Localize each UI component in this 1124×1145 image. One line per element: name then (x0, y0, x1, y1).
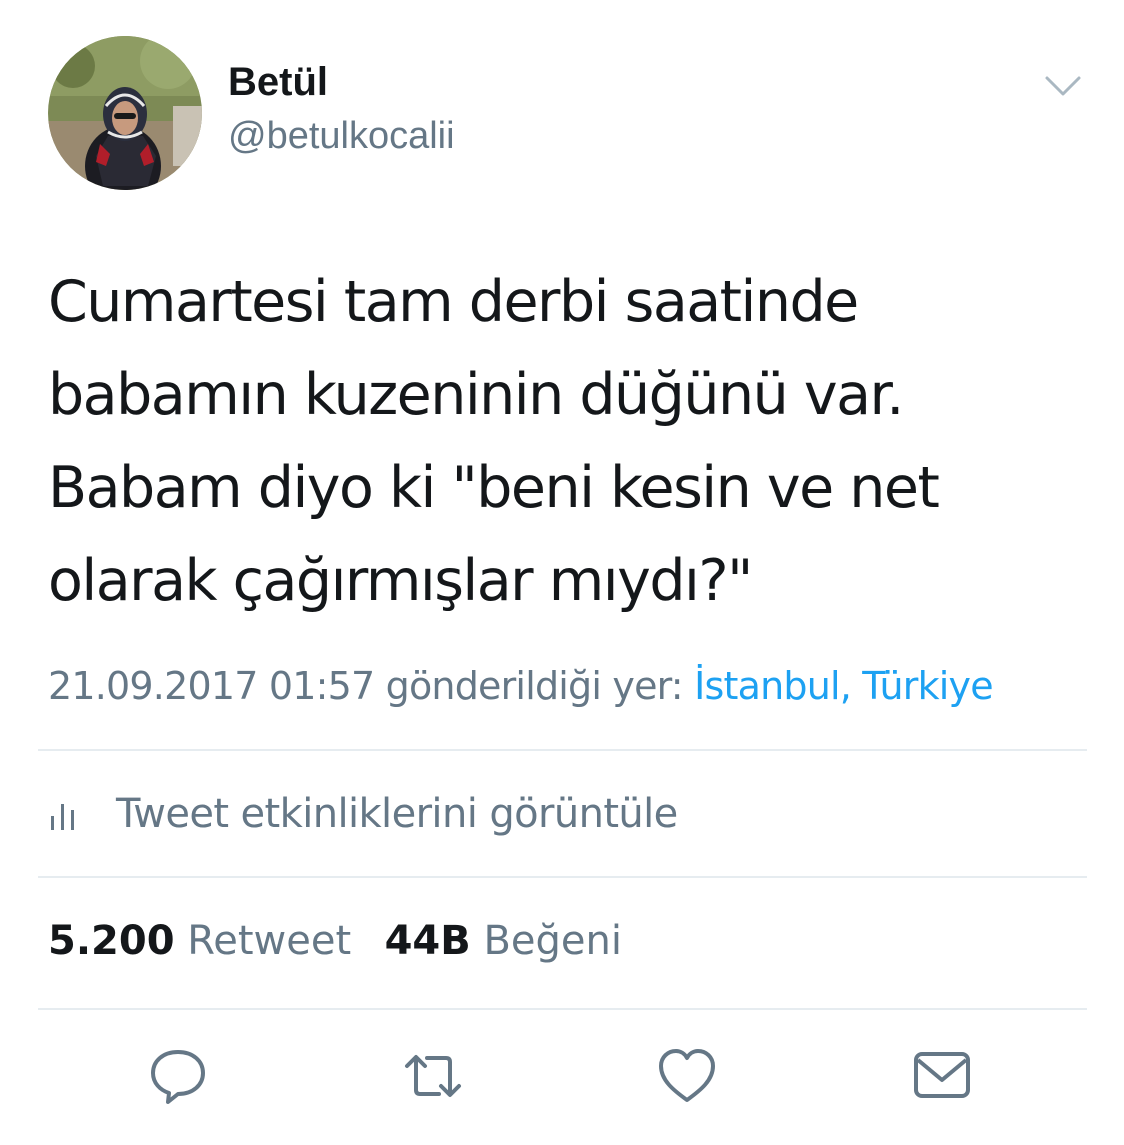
divider (38, 876, 1087, 878)
dm-icon[interactable] (912, 1046, 972, 1106)
tweet-meta: 21.09.2017 01:57 gönderildiği yer: İstan… (48, 664, 994, 708)
view-tweet-activity[interactable]: Tweet etkinliklerini görüntüle (48, 786, 678, 842)
timestamp: 21.09.2017 01:57 (48, 664, 375, 708)
view-tweet-activity-label: Tweet etkinliklerini görüntüle (116, 791, 678, 837)
tweet-text-line: Cumartesi tam derbi saatinde (48, 269, 859, 335)
divider (38, 749, 1087, 751)
like-count[interactable]: 44B (385, 918, 471, 964)
divider (38, 1008, 1087, 1010)
analytics-bars-icon (48, 796, 80, 832)
retweet-icon[interactable] (403, 1046, 463, 1106)
retweet-label[interactable]: Retweet (187, 918, 351, 964)
tweet-text-line: olarak çağırmışlar mıydı?" (48, 548, 753, 614)
tweet-text-line: Babam diyo ki "beni kesin ve net (48, 455, 940, 521)
reply-icon[interactable] (148, 1046, 208, 1106)
like-label[interactable]: Beğeni (483, 918, 622, 964)
username[interactable]: @betulkocalii (228, 115, 455, 158)
like-icon[interactable] (657, 1046, 717, 1106)
sent-from-label: gönderildiği yer: (385, 664, 684, 708)
tweet-text-line: babamın kuzeninin düğünü var. (48, 362, 904, 428)
location-link[interactable]: İstanbul, Türkiye (694, 664, 994, 708)
display-name[interactable]: Betül (228, 60, 328, 105)
chevron-down-icon[interactable] (1044, 72, 1082, 102)
tweet-stats: 5.200 Retweet 44B Beğeni (48, 918, 622, 964)
tweet-text: Cumartesi tam derbi saatinde babamın kuz… (48, 256, 1088, 628)
retweet-count[interactable]: 5.200 (48, 918, 175, 964)
tweet-detail: Betül @betulkocalii Cumartesi tam derbi … (0, 0, 1124, 1145)
avatar[interactable] (48, 36, 202, 190)
